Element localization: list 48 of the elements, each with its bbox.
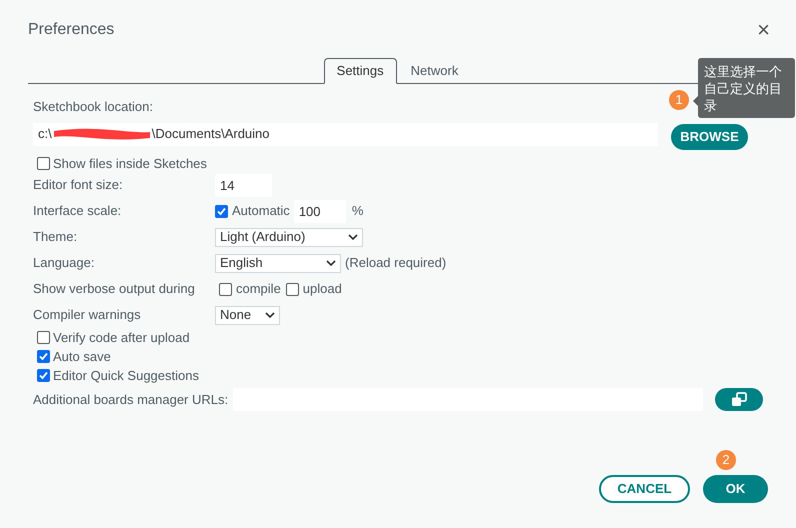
checkbox[interactable] (37, 369, 50, 382)
setting-label: Theme: (33, 228, 78, 246)
annotation-tooltip: 这里选择一个自己定义的目录 (698, 58, 795, 118)
path-text: \Documents\Arduino (152, 125, 270, 144)
number-field[interactable]: 100 (294, 200, 346, 222)
checkbox-label: compile (236, 280, 281, 298)
browse-button[interactable]: BROWSE (671, 124, 748, 150)
dropdown[interactable]: Light (Arduino) (215, 228, 363, 246)
number-field[interactable]: 14 (215, 174, 272, 196)
checkbox[interactable] (219, 282, 232, 296)
checkbox-label: Show files inside Sketches (53, 154, 207, 173)
chevron-down-icon (265, 312, 275, 318)
setting-label: Interface scale: (33, 202, 122, 220)
chevron-down-icon (348, 234, 358, 240)
dialog-title: Preferences (28, 20, 114, 40)
path-text: c:\ (38, 125, 52, 144)
checkbox-label: upload (302, 280, 342, 298)
checkbox[interactable] (286, 282, 299, 296)
path-field[interactable]: c:\ \Documents\Arduino (33, 122, 658, 146)
step-badge: 1 (669, 90, 689, 110)
checkbox[interactable] (37, 331, 50, 344)
setting-label: Compiler warnings (33, 306, 142, 324)
checkbox[interactable] (37, 157, 50, 170)
dialog-button[interactable]: CANCEL (599, 475, 690, 503)
checkbox-label: Auto save (53, 348, 111, 366)
checkbox-label: Automatic (232, 202, 290, 220)
setting-label: Language: (33, 254, 96, 272)
unit-text: % (352, 202, 364, 220)
tab[interactable]: Network (396, 58, 472, 84)
checkbox[interactable] (215, 204, 228, 218)
dialog-button[interactable]: OK (703, 475, 768, 503)
note-text: (Reload required) (345, 254, 446, 272)
field-label: Additional boards manager URLs: (33, 390, 228, 409)
field-label: Sketchbook location: (33, 99, 153, 115)
checkbox[interactable] (37, 350, 50, 363)
step-badge: 2 (716, 450, 736, 470)
tooltip-pointer (693, 96, 698, 106)
dropdown[interactable]: English (215, 254, 341, 272)
setting-label: Show verbose output during (33, 280, 196, 298)
checkbox-label: Verify code after upload (53, 328, 190, 347)
dropdown[interactable]: None (215, 306, 280, 324)
chevron-down-icon (326, 260, 336, 266)
edit-urls-button[interactable] (715, 388, 763, 411)
checkbox-label: Editor Quick Suggestions (53, 366, 199, 385)
tab[interactable]: Settings (324, 58, 397, 84)
close-button[interactable]: × (757, 19, 770, 41)
setting-label: Editor font size: (33, 176, 124, 194)
windows-icon (731, 392, 747, 407)
